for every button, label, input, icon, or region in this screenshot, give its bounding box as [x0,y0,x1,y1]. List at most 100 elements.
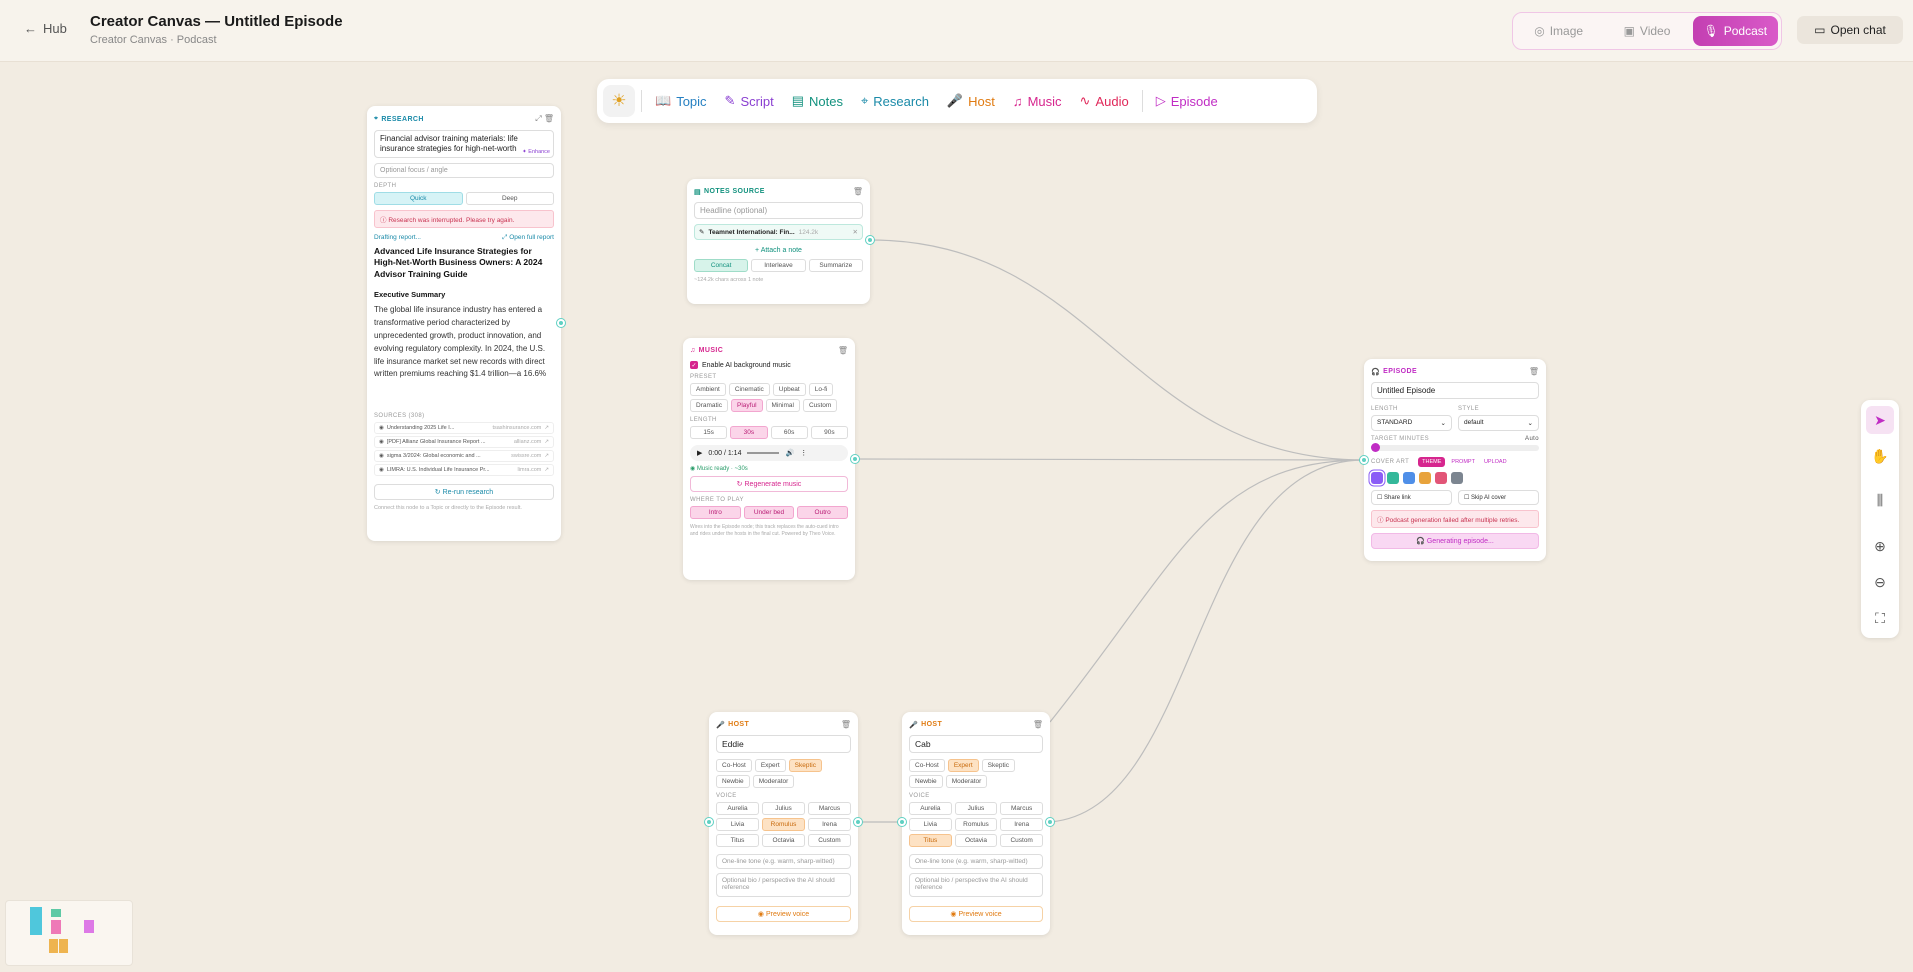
source-item[interactable]: ◉ [PDF] Allianz Global Insurance Report .… [374,436,554,448]
mode-image[interactable]: ◎ Image [1516,16,1601,46]
share-link-checkbox[interactable]: ☐ Share link [1371,490,1452,505]
notes-node[interactable]: ▤ NOTES SOURCE 🗑 Headline (optional) ✎ Team… [687,179,870,304]
slider-thumb[interactable] [1371,443,1380,452]
role-chip[interactable]: Expert [947,759,979,772]
minimap[interactable] [5,900,133,966]
length-select[interactable]: STANDARD ⌄ [1371,415,1452,431]
play-icon[interactable]: ▶ [697,449,702,457]
rerun-research-button[interactable]: ↻ Re-run research [374,484,554,500]
mode-video[interactable]: ▣ Video [1604,16,1689,46]
theme-sun-icon[interactable]: ☀ [603,85,635,117]
voice-chip[interactable]: Romulus [762,818,805,831]
research-topic-input[interactable]: Financial advisor training materials: li… [374,130,554,158]
cover-swatch[interactable] [1435,472,1447,484]
voice-chip[interactable]: Marcus [808,802,851,815]
close-icon[interactable]: ✕ [853,228,858,236]
cover-swatch[interactable] [1371,472,1383,484]
progress-bar[interactable] [747,452,780,454]
source-item[interactable]: ◉ LIMRA: U.S. Individual Life Insurance P… [374,464,554,476]
voice-chip[interactable]: Custom [1000,834,1043,847]
source-item[interactable]: ◉ sigma 3/2024: Global economic and ... sw… [374,450,554,462]
preset-chip[interactable]: Dramatic [690,399,729,412]
voice-chip[interactable]: Octavia [762,834,805,847]
voice-chip[interactable]: Aurelia [909,802,952,815]
voice-chip[interactable]: Titus [909,834,952,847]
voice-chip[interactable]: Julius [954,802,998,815]
preview-voice-button[interactable]: ◉ Preview voice [909,906,1043,922]
role-chip[interactable]: Co-Host [716,759,752,772]
tone-input[interactable]: One-line tone (e.g. warm, sharp-witted) [909,854,1043,869]
role-chip[interactable]: Skeptic [981,759,1015,772]
waveform-icon[interactable]: ⫼ [1866,486,1894,514]
enhance-button[interactable]: ✦ Enhance [522,148,550,156]
voice-chip[interactable]: Custom [808,834,851,847]
tool-research[interactable]: ⌖ Research [854,85,936,117]
host1-input-handle[interactable] [705,818,713,826]
cover-tab-theme[interactable]: THEME [1418,457,1446,467]
voice-chip[interactable]: Octavia [954,834,998,847]
tool-notes[interactable]: ▤ Notes [785,85,850,117]
voice-chip[interactable]: Irena [808,818,851,831]
voice-chip[interactable]: Livia [909,818,952,831]
mode-interleave[interactable]: Interleave [751,259,806,272]
voice-chip[interactable]: Marcus [1000,802,1043,815]
target-slider[interactable] [1371,443,1539,452]
host2-input-handle[interactable] [898,818,906,826]
role-chip[interactable]: Co-Host [909,759,945,772]
preset-chip[interactable]: Minimal [765,399,800,412]
host-node-eddie[interactable]: 🎤 HOST 🗑 Eddie Co-Host Expert Skeptic Newbie Mod… [709,712,858,935]
role-chip[interactable]: Newbie [716,775,750,788]
tool-episode[interactable]: ▷ Episode [1149,85,1225,117]
external-link-icon[interactable]: ↗ [544,439,549,445]
episode-node[interactable]: 🎧 EPISODE 🗑 Untitled Episode LENGTH STANDAR… [1364,359,1546,561]
style-select[interactable]: default ⌄ [1458,415,1539,431]
open-chat-button[interactable]: ▭ Open chat [1797,16,1903,44]
host2-output-handle[interactable] [1046,818,1054,826]
preset-chip[interactable]: Cinematic [728,383,770,396]
focus-input[interactable]: Optional focus / angle [374,163,554,178]
episode-input-handle[interactable] [1360,456,1368,464]
hub-back-button[interactable]: ← Hub [24,21,67,36]
tone-input[interactable]: One-line tone (e.g. warm, sharp-witted) [716,854,851,869]
voice-chip[interactable]: Julius [762,802,805,815]
research-output-handle[interactable] [557,319,565,327]
voice-chip[interactable]: Livia [716,818,759,831]
voice-chip[interactable]: Romulus [954,818,998,831]
external-link-icon[interactable]: ↗ [544,425,549,431]
cover-swatch[interactable] [1403,472,1415,484]
preview-voice-button[interactable]: ◉ Preview voice [716,906,851,922]
tool-audio[interactable]: ∿ Audio [1073,85,1136,117]
role-chip[interactable]: Moderator [945,775,988,788]
length-chip[interactable]: 30s [730,426,768,439]
attach-note-button[interactable]: + Attach a note [694,244,863,257]
skip-cover-checkbox[interactable]: ☐ Skip AI cover [1458,490,1539,505]
length-chip[interactable]: 60s [770,426,808,439]
voice-chip[interactable]: Titus [716,834,759,847]
host1-output-handle[interactable] [854,818,862,826]
report-preview[interactable]: Advanced Life Insurance Strategies for H… [374,246,554,408]
regenerate-music-button[interactable]: ↻ Regenerate music [690,476,848,492]
host-name-input[interactable]: Cab [909,735,1043,753]
fullscreen-icon[interactable]: ⛶ [1866,604,1894,632]
trash-icon[interactable]: 🗑 [853,187,863,196]
open-full-report-link[interactable]: ⤢ Open full report [502,234,554,242]
length-chip[interactable]: 15s [690,426,728,439]
trash-icon[interactable]: 🗑 [841,720,851,729]
trash-icon[interactable]: 🗑 [838,346,848,355]
preset-chip[interactable]: Lo-fi [808,383,834,396]
preset-chip[interactable]: Upbeat [772,383,806,396]
depth-quick[interactable]: Quick [374,192,463,205]
bio-input[interactable]: Optional bio / perspective the AI should… [716,873,851,897]
tool-music[interactable]: ♫ Music [1006,85,1069,117]
external-link-icon[interactable]: ↗ [544,467,549,473]
hand-tool-icon[interactable]: ✋ [1866,442,1894,470]
preset-chip[interactable]: Custom [802,399,838,412]
mode-summarize[interactable]: Summarize [808,259,863,272]
source-item[interactable]: ◉ Understanding 2025 Life I... tsashinsura… [374,422,554,434]
role-chip[interactable]: Moderator [752,775,795,788]
where-chip[interactable]: Outro [797,506,848,519]
depth-deep[interactable]: Deep [465,192,554,205]
cover-swatch[interactable] [1419,472,1431,484]
music-node[interactable]: ♫ MUSIC 🗑 ✓ Enable AI background music PRES… [683,338,855,580]
note-attachment[interactable]: ✎ Teamnet International: Fin... 124.2k ✕ [694,224,863,240]
